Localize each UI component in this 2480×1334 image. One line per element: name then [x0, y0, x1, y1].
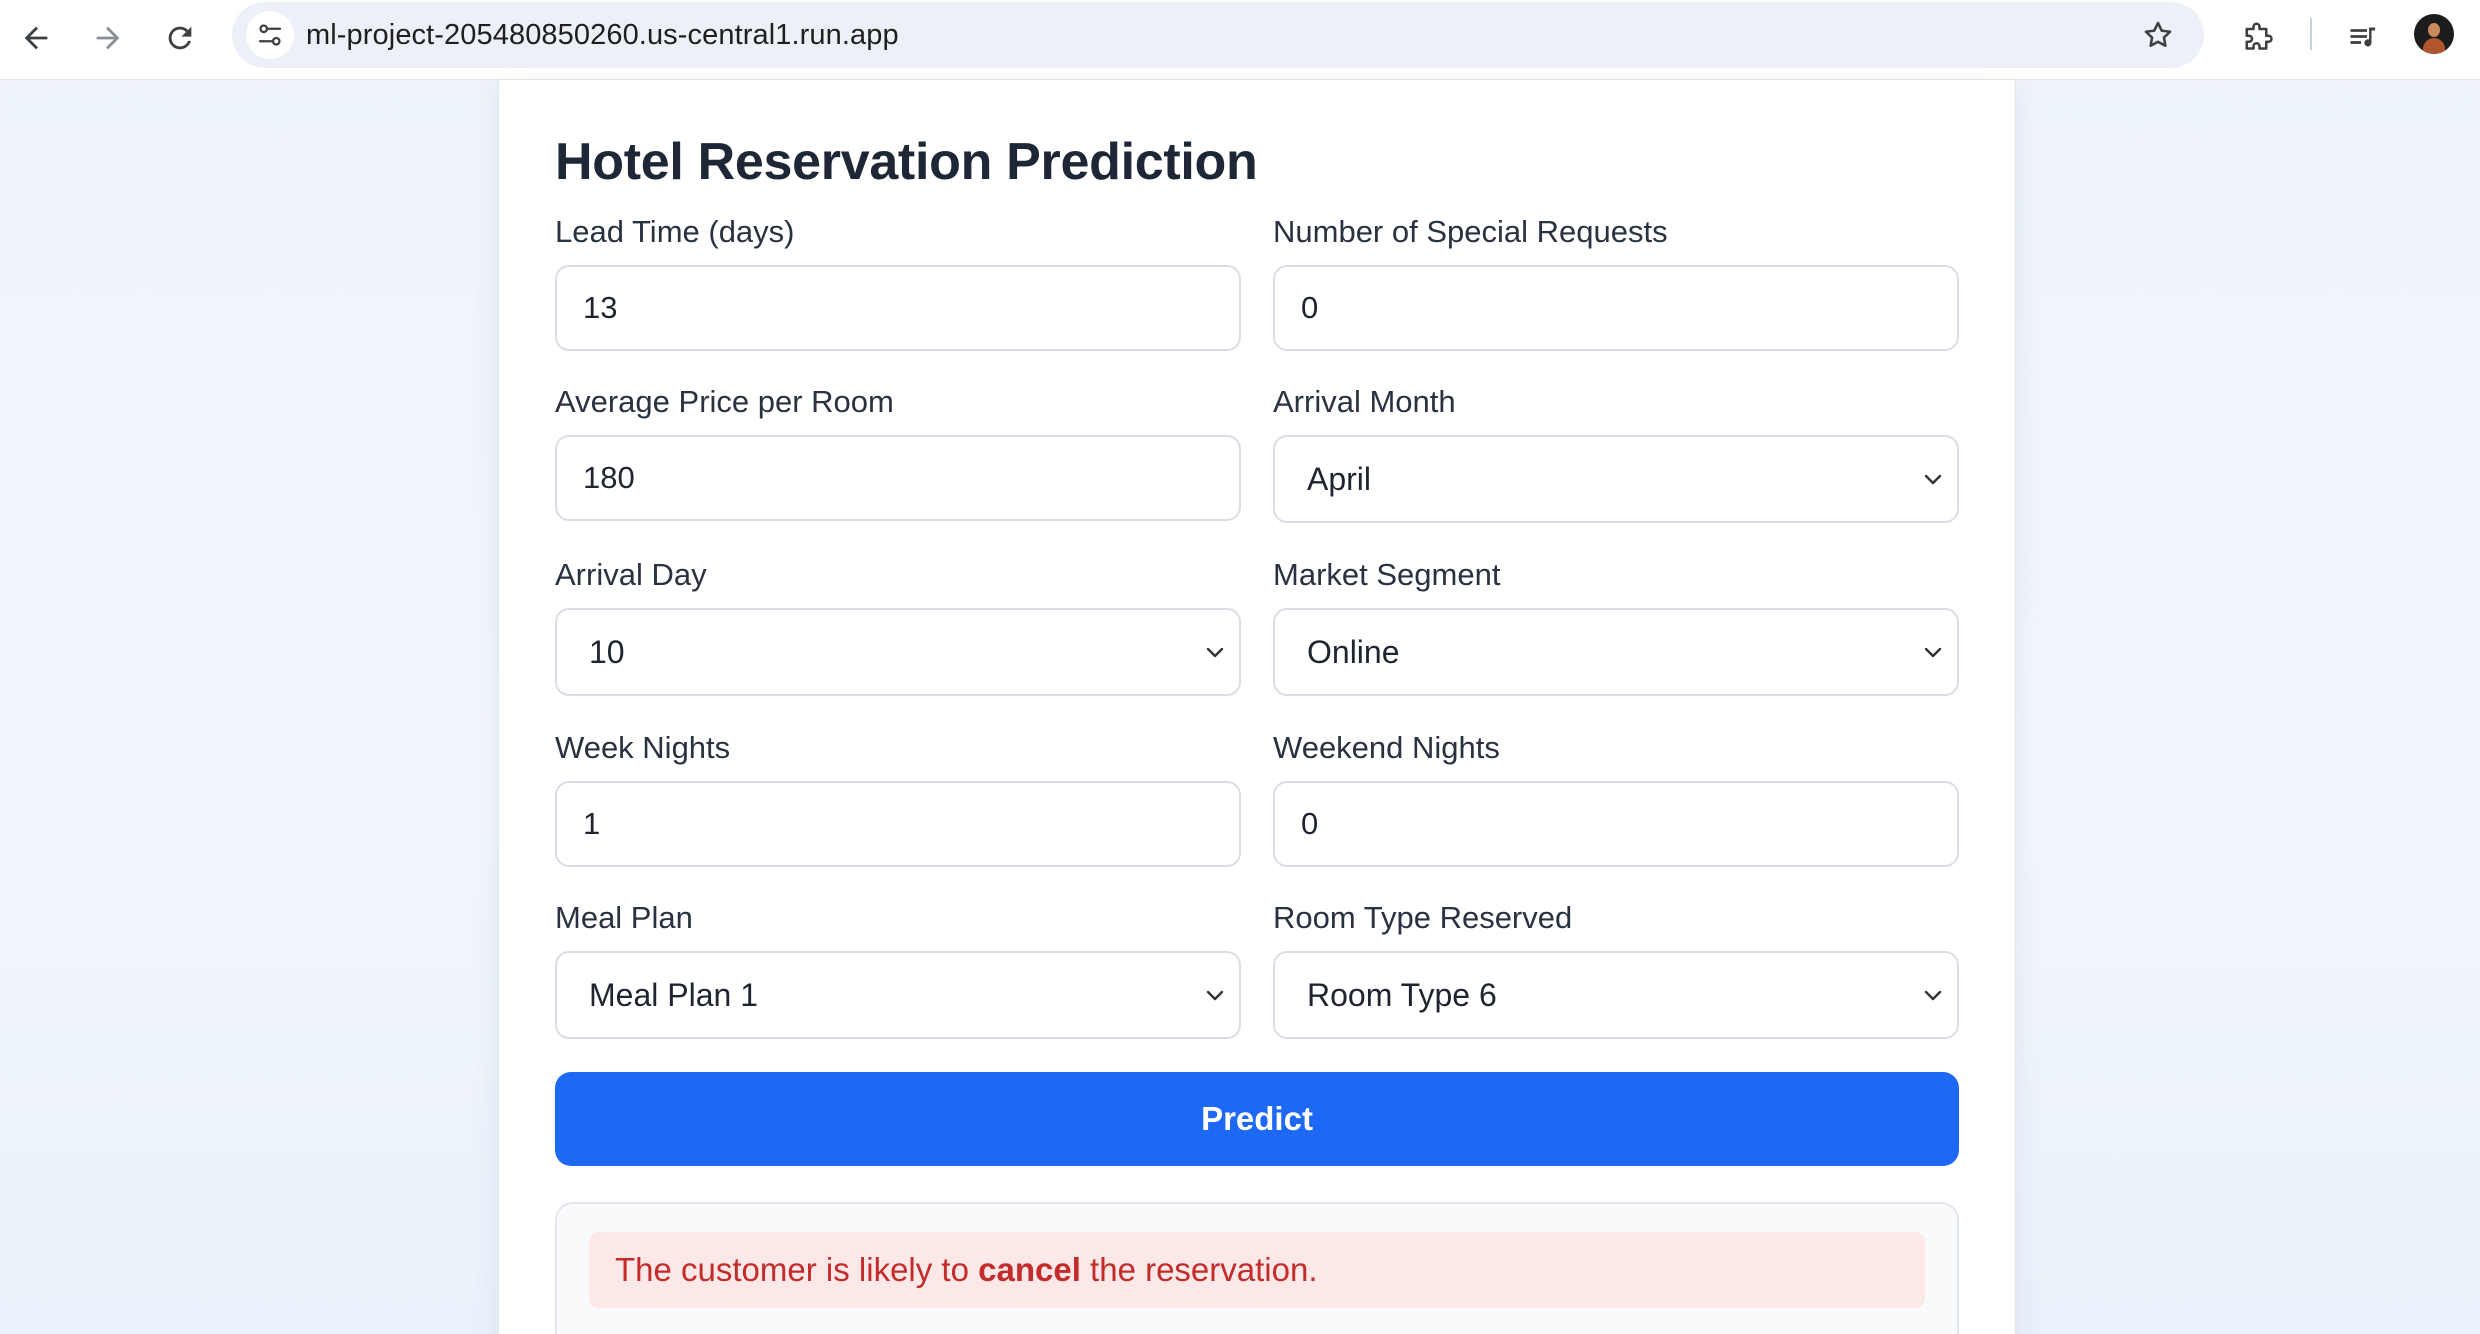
page-title: Hotel Reservation Prediction: [555, 133, 1258, 191]
arrival-month-value: April: [1307, 461, 1372, 497]
arrow-right-icon: [96, 26, 120, 50]
back-button[interactable]: [10, 12, 62, 64]
arrival-day-label: Arrival Day: [555, 557, 707, 592]
meal-plan-value: Meal Plan 1: [589, 977, 758, 1013]
room-type-label: Room Type Reserved: [1273, 900, 1573, 935]
weekend-nights-input[interactable]: [1273, 781, 1959, 867]
room-type-select[interactable]: Room Type 6: [1273, 951, 1959, 1039]
media-controls-button[interactable]: [2338, 12, 2390, 64]
reload-icon: [168, 26, 192, 50]
chevron-down-icon: [1921, 640, 1945, 664]
puzzle-icon: [2245, 22, 2273, 50]
lead-time-input[interactable]: [555, 265, 1241, 351]
week-nights-input[interactable]: [555, 781, 1241, 867]
market-segment-select[interactable]: Online: [1273, 608, 1959, 696]
forward-button[interactable]: [82, 12, 134, 64]
result-text-suffix: the reservation.: [1080, 1251, 1318, 1288]
site-info-button[interactable]: [246, 11, 294, 59]
reload-button[interactable]: [154, 12, 206, 64]
result-text-emphasis: cancel: [978, 1251, 1081, 1288]
week-nights-label: Week Nights: [555, 730, 731, 765]
special-requests-label: Number of Special Requests: [1273, 214, 1668, 249]
arrival-month-select[interactable]: April: [1273, 435, 1959, 523]
tune-icon: [258, 24, 282, 46]
playlist-music-icon: [2350, 27, 2376, 47]
url-text[interactable]: ml-project-205480850260.us-central1.run.…: [306, 2, 899, 68]
avatar-face: [2428, 23, 2440, 37]
avg-price-input[interactable]: [555, 435, 1241, 521]
bookmark-button[interactable]: [2134, 11, 2182, 59]
browser-toolbar: ml-project-205480850260.us-central1.run.…: [0, 0, 2480, 80]
room-type-value: Room Type 6: [1307, 977, 1497, 1013]
address-bar[interactable]: ml-project-205480850260.us-central1.run.…: [232, 2, 2204, 68]
star-icon: [2144, 21, 2172, 48]
result-text-prefix: The customer is likely to: [615, 1251, 979, 1288]
predict-button[interactable]: Predict: [555, 1072, 1959, 1166]
chevron-down-icon: [1921, 983, 1945, 1007]
toolbar-separator: [2310, 18, 2312, 50]
avg-price-label: Average Price per Room: [555, 384, 894, 419]
special-requests-input[interactable]: [1273, 265, 1959, 351]
arrival-month-label: Arrival Month: [1273, 384, 1456, 419]
arrival-day-value: 10: [589, 634, 625, 670]
prediction-result-alert: The customer is likely to cancel the res…: [589, 1232, 1925, 1308]
weekend-nights-label: Weekend Nights: [1273, 730, 1500, 765]
arrival-day-select[interactable]: 10: [555, 608, 1241, 696]
extensions-button[interactable]: [2232, 12, 2284, 64]
chevron-down-icon: [1921, 467, 1945, 491]
market-segment-value: Online: [1307, 634, 1400, 670]
market-segment-label: Market Segment: [1273, 557, 1501, 592]
meal-plan-label: Meal Plan: [555, 900, 693, 935]
meal-plan-select[interactable]: Meal Plan 1: [555, 951, 1241, 1039]
chevron-down-icon: [1203, 640, 1227, 664]
avatar-shoulders: [2423, 38, 2445, 54]
chevron-down-icon: [1203, 983, 1227, 1007]
arrow-left-icon: [24, 26, 48, 50]
profile-avatar[interactable]: [2414, 14, 2454, 54]
lead-time-label: Lead Time (days): [555, 214, 795, 249]
